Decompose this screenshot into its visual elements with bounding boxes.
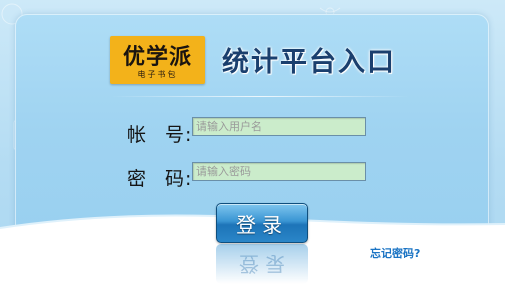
password-input[interactable]: [192, 162, 366, 181]
account-label-char-1: 帐: [127, 124, 148, 146]
login-button-reflection-text: 登录: [239, 252, 291, 276]
login-button[interactable]: 登录: [216, 203, 308, 243]
brand-logo: 优学派 电子书包: [110, 36, 205, 84]
password-label-char-1: 密: [127, 168, 148, 190]
password-label: 密码:: [127, 164, 192, 191]
header-divider: [110, 96, 410, 97]
logo-text: 优学派: [122, 45, 192, 70]
username-input[interactable]: [192, 117, 366, 136]
account-label: 帐号:: [127, 120, 192, 147]
login-button-reflection: 登录: [216, 244, 308, 284]
login-window: 优学派 电子书包 统计平台入口 帐号: 密码: 登录 登录 忘记密码?: [0, 0, 505, 300]
account-label-char-2: 号:: [165, 124, 193, 146]
page-title: 统计平台入口: [222, 47, 396, 78]
forgot-password-link[interactable]: 忘记密码?: [370, 245, 420, 261]
logo-subtext: 电子书包: [137, 70, 178, 79]
password-label-char-2: 码:: [165, 168, 193, 190]
